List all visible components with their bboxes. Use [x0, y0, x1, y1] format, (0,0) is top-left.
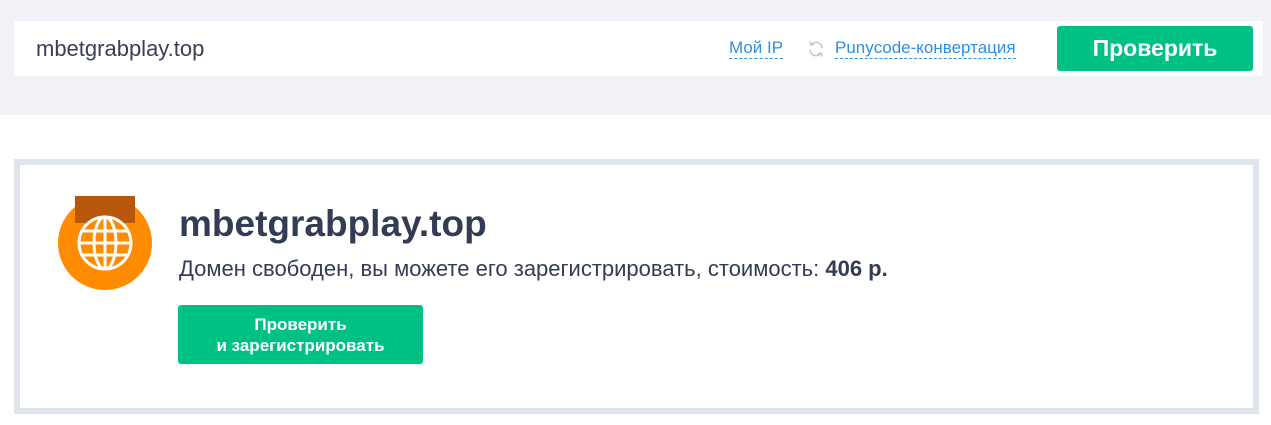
globe-icon [58, 196, 152, 290]
punycode-link[interactable]: Punycode-конвертация [835, 38, 1016, 59]
search-bar: Мой IP Punycode-конвертация Проверить [14, 21, 1263, 76]
register-button-line1: Проверить [254, 314, 347, 334]
my-ip-link[interactable]: Мой IP [729, 38, 784, 59]
status-text: Домен свободен, вы можете его зарегистри… [179, 256, 826, 281]
register-button-line2: и зарегистрировать [216, 335, 385, 355]
domain-search-input[interactable] [14, 21, 714, 76]
search-section: Мой IP Punycode-конвертация Проверить [0, 0, 1271, 115]
check-and-register-button[interactable]: Проверить и зарегистрировать [178, 305, 423, 364]
domain-result-card: mbetgrabplay.top Домен свободен, вы може… [14, 159, 1259, 414]
availability-status: Домен свободен, вы можете его зарегистри… [179, 256, 888, 282]
check-button[interactable]: Проверить [1057, 26, 1253, 71]
domain-title: mbetgrabplay.top [179, 203, 487, 244]
price: 406 р. [825, 256, 888, 281]
refresh-icon [809, 41, 823, 57]
